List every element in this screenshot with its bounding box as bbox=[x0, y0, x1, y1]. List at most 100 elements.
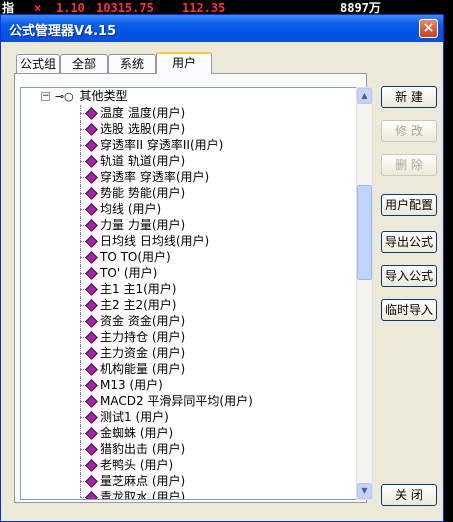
tree-item-label: 老鸭头 (用户) bbox=[100, 458, 174, 472]
tree-item[interactable]: 主力资金 (用户) bbox=[21, 345, 356, 361]
tree-item-label: 猎豹出击 (用户) bbox=[100, 442, 186, 456]
formula-icon bbox=[85, 299, 98, 312]
tree-item[interactable]: TO TO(用户) bbox=[21, 249, 356, 265]
tree-item[interactable]: 均线 (用户) bbox=[21, 201, 356, 217]
temp-import-button[interactable]: 临时导入 bbox=[381, 299, 437, 321]
formula-icon bbox=[85, 267, 98, 280]
tree-item-label: 均线 (用户) bbox=[100, 202, 162, 216]
tree-item-label: 穿透率II 穿透率II(用户) bbox=[100, 138, 224, 152]
formula-icon bbox=[85, 363, 98, 376]
formula-icon bbox=[85, 379, 98, 392]
tab-formula-group[interactable]: 公式组 bbox=[16, 54, 60, 73]
tree-item[interactable]: 穿透率II 穿透率II(用户) bbox=[21, 137, 356, 153]
tree-item-label: 青龙取水 (用户) bbox=[100, 490, 186, 500]
tab-user[interactable]: 用户 bbox=[156, 52, 212, 74]
formula-icon bbox=[85, 171, 98, 184]
formula-icon bbox=[85, 107, 98, 120]
tree-item-label: 选股 选股(用户) bbox=[100, 122, 186, 136]
formula-tree[interactable]: − ⊸○ 其他类型 温度 温度(用户) 选股 选股(用户) 穿透率II 穿透率II(… bbox=[20, 87, 357, 500]
tree-item[interactable]: 日均线 日均线(用户) bbox=[21, 233, 356, 249]
tree-item-label: 量芝麻点 (用户) bbox=[100, 474, 186, 488]
tree-item[interactable]: 主1 主1(用户) bbox=[21, 281, 356, 297]
tree-item[interactable]: 猎豹出击 (用户) bbox=[21, 441, 356, 457]
formula-icon bbox=[85, 203, 98, 216]
tree-item-label: 轨道 轨道(用户) bbox=[100, 154, 186, 168]
formula-icon bbox=[85, 219, 98, 232]
edit-button[interactable]: 修 改 bbox=[381, 120, 437, 142]
formula-icon bbox=[85, 155, 98, 168]
tree-item[interactable]: 机构能量 (用户) bbox=[21, 361, 356, 377]
new-button[interactable]: 新 建 bbox=[381, 86, 437, 108]
tree-item[interactable]: 力量 力量(用户) bbox=[21, 217, 356, 233]
tree-item[interactable]: 主2 主2(用户) bbox=[21, 297, 356, 313]
tree-item-label: 机构能量 (用户) bbox=[100, 362, 186, 376]
tree-item[interactable]: 资金 资金(用户) bbox=[21, 313, 356, 329]
formula-icon bbox=[85, 315, 98, 328]
tree-item[interactable]: MACD2 平滑异同平均(用户) bbox=[21, 393, 356, 409]
formula-icon bbox=[85, 459, 98, 472]
tree-item-label: 测试1 (用户) bbox=[100, 410, 169, 424]
tree-item-label: 主力资金 (用户) bbox=[100, 346, 186, 360]
collapse-icon[interactable]: − bbox=[41, 92, 50, 101]
tree-item-label: 力量 力量(用户) bbox=[100, 218, 186, 232]
formula-icon bbox=[85, 395, 98, 408]
tree-item-label: TO TO(用户) bbox=[100, 250, 171, 264]
formula-icon bbox=[85, 427, 98, 440]
tree-item[interactable]: TO' (用户) bbox=[21, 265, 356, 281]
formula-icon bbox=[85, 443, 98, 456]
import-formula-button[interactable]: 导入公式 bbox=[381, 265, 437, 287]
close-button[interactable]: 关 闭 bbox=[381, 484, 437, 506]
tree-item-label: 穿透率 穿透率(用户) bbox=[100, 170, 210, 184]
scroll-up-icon[interactable]: ▲ bbox=[357, 88, 372, 104]
tree-item[interactable]: M13 (用户) bbox=[21, 377, 356, 393]
tree-item-label: MACD2 平滑异同平均(用户) bbox=[100, 394, 253, 408]
title-bar[interactable]: 公式管理器V4.15 × bbox=[1, 15, 443, 42]
key-icon: ⊸○ bbox=[54, 90, 74, 103]
formula-icon bbox=[85, 187, 98, 200]
formula-icon bbox=[85, 251, 98, 264]
formula-icon bbox=[85, 123, 98, 136]
tree-item-label: 温度 温度(用户) bbox=[100, 106, 186, 120]
tree-item[interactable]: 老鸭头 (用户) bbox=[21, 457, 356, 473]
close-window-button[interactable]: × bbox=[419, 19, 438, 38]
delete-button[interactable]: 删 除 bbox=[381, 154, 437, 176]
tree-item[interactable]: 主力持仓 (用户) bbox=[21, 329, 356, 345]
formula-icon bbox=[85, 411, 98, 424]
tree-item[interactable]: 测试1 (用户) bbox=[21, 409, 356, 425]
formula-icon bbox=[85, 491, 98, 499]
tree-node-other-types[interactable]: − ⊸○ 其他类型 bbox=[41, 88, 128, 105]
tree-line bbox=[80, 489, 81, 497]
window-title: 公式管理器V4.15 bbox=[9, 24, 117, 39]
tree-item-label: TO' (用户) bbox=[100, 266, 158, 280]
tree-item[interactable]: 势能 势能(用户) bbox=[21, 185, 356, 201]
formula-icon bbox=[85, 139, 98, 152]
tree-item-label: 主2 主2(用户) bbox=[100, 298, 177, 312]
tab-all[interactable]: 全部 bbox=[60, 54, 108, 73]
tab-system[interactable]: 系统 bbox=[108, 54, 156, 73]
tree-item[interactable]: 穿透率 穿透率(用户) bbox=[21, 169, 356, 185]
tree-node-label: 其他类型 bbox=[79, 89, 128, 103]
user-config-button[interactable]: 用户配置 bbox=[381, 194, 437, 216]
tree-item-label: 金蜘蛛 (用户) bbox=[100, 426, 174, 440]
formula-icon bbox=[85, 347, 98, 360]
formula-icon bbox=[85, 283, 98, 296]
tree-item[interactable]: 温度 温度(用户) bbox=[21, 105, 356, 121]
formula-icon bbox=[85, 475, 98, 488]
formula-icon bbox=[85, 331, 98, 344]
tree-scrollbar[interactable]: ▲ ▼ bbox=[356, 87, 373, 500]
background-right-strip bbox=[443, 16, 453, 522]
tree-item-label: M13 (用户) bbox=[100, 378, 163, 392]
tree-item[interactable]: 选股 选股(用户) bbox=[21, 121, 356, 137]
tree-item[interactable]: 青龙取水 (用户) bbox=[21, 489, 356, 500]
tree-item[interactable]: 量芝麻点 (用户) bbox=[21, 473, 356, 489]
tree-item-label: 势能 势能(用户) bbox=[100, 186, 186, 200]
tree-items: 温度 温度(用户) 选股 选股(用户) 穿透率II 穿透率II(用户) 轨道 轨道(用… bbox=[21, 105, 356, 500]
scroll-thumb[interactable] bbox=[357, 185, 372, 280]
tree-item-label: 主1 主1(用户) bbox=[100, 282, 177, 296]
tree-item[interactable]: 轨道 轨道(用户) bbox=[21, 153, 356, 169]
formula-icon bbox=[85, 235, 98, 248]
export-formula-button[interactable]: 导出公式 bbox=[381, 231, 437, 253]
tree-item-label: 资金 资金(用户) bbox=[100, 314, 186, 328]
tree-item[interactable]: 金蜘蛛 (用户) bbox=[21, 425, 356, 441]
scroll-down-icon[interactable]: ▼ bbox=[357, 483, 372, 499]
